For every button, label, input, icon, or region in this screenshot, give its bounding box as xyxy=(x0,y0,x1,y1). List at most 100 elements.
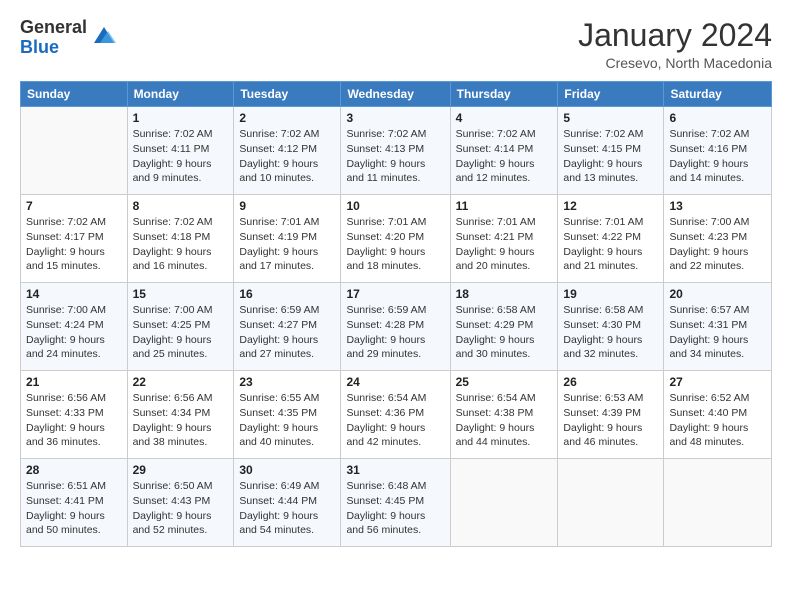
day-info: Sunrise: 6:48 AMSunset: 4:45 PMDaylight:… xyxy=(346,479,444,538)
calendar-cell: 30 Sunrise: 6:49 AMSunset: 4:44 PMDayligh… xyxy=(234,459,341,547)
calendar-cell: 14Sunrise: 7:00 AMSunset: 4:24 PMDayligh… xyxy=(21,283,128,371)
calendar-cell: 24 Sunrise: 6:54 AMSunset: 4:36 PMDayligh… xyxy=(341,371,450,459)
day-number: 28 xyxy=(26,463,122,477)
col-friday: Friday xyxy=(558,82,664,107)
calendar-cell: 11 Sunrise: 7:01 AMSunset: 4:21 PMDayligh… xyxy=(450,195,558,283)
day-info: Sunrise: 7:02 AMSunset: 4:11 PMDaylight:… xyxy=(133,127,229,186)
day-info: Sunrise: 6:54 AMSunset: 4:38 PMDaylight:… xyxy=(456,391,553,450)
day-number: 13 xyxy=(669,199,766,213)
calendar-week-3: 21 Sunrise: 6:56 AMSunset: 4:33 PMDayligh… xyxy=(21,371,772,459)
day-info: Sunrise: 6:51 AMSunset: 4:41 PMDaylight:… xyxy=(26,479,122,538)
calendar-cell: 13 Sunrise: 7:00 AMSunset: 4:23 PMDayligh… xyxy=(664,195,772,283)
day-number: 3 xyxy=(346,111,444,125)
col-wednesday: Wednesday xyxy=(341,82,450,107)
calendar-cell: 12 Sunrise: 7:01 AMSunset: 4:22 PMDayligh… xyxy=(558,195,664,283)
col-monday: Monday xyxy=(127,82,234,107)
day-info: Sunrise: 6:56 AMSunset: 4:34 PMDaylight:… xyxy=(133,391,229,450)
calendar: Sunday Monday Tuesday Wednesday Thursday… xyxy=(20,81,772,547)
day-number: 18 xyxy=(456,287,553,301)
day-info: Sunrise: 7:01 AMSunset: 4:21 PMDaylight:… xyxy=(456,215,553,274)
calendar-cell: 16 Sunrise: 6:59 AMSunset: 4:27 PMDayligh… xyxy=(234,283,341,371)
calendar-cell: 29 Sunrise: 6:50 AMSunset: 4:43 PMDayligh… xyxy=(127,459,234,547)
day-info: Sunrise: 7:02 AMSunset: 4:18 PMDaylight:… xyxy=(133,215,229,274)
calendar-cell: 15 Sunrise: 7:00 AMSunset: 4:25 PMDayligh… xyxy=(127,283,234,371)
calendar-cell: 17Sunrise: 6:59 AMSunset: 4:28 PMDayligh… xyxy=(341,283,450,371)
title-block: January 2024 Cresevo, North Macedonia xyxy=(578,18,772,71)
day-info: Sunrise: 7:01 AMSunset: 4:19 PMDaylight:… xyxy=(239,215,335,274)
calendar-cell: 26Sunrise: 6:53 AMSunset: 4:39 PMDayligh… xyxy=(558,371,664,459)
calendar-cell: 27 Sunrise: 6:52 AMSunset: 4:40 PMDayligh… xyxy=(664,371,772,459)
calendar-cell xyxy=(558,459,664,547)
day-number: 29 xyxy=(133,463,229,477)
calendar-cell: 7Sunrise: 7:02 AMSunset: 4:17 PMDaylight… xyxy=(21,195,128,283)
day-number: 24 xyxy=(346,375,444,389)
day-info: Sunrise: 7:02 AMSunset: 4:16 PMDaylight:… xyxy=(669,127,766,186)
day-number: 15 xyxy=(133,287,229,301)
day-number: 27 xyxy=(669,375,766,389)
col-tuesday: Tuesday xyxy=(234,82,341,107)
day-info: Sunrise: 7:00 AMSunset: 4:24 PMDaylight:… xyxy=(26,303,122,362)
day-info: Sunrise: 6:59 AMSunset: 4:27 PMDaylight:… xyxy=(239,303,335,362)
calendar-cell: 4Sunrise: 7:02 AMSunset: 4:14 PMDaylight… xyxy=(450,107,558,195)
day-info: Sunrise: 6:52 AMSunset: 4:40 PMDaylight:… xyxy=(669,391,766,450)
logo-general: General xyxy=(20,18,87,38)
day-info: Sunrise: 7:01 AMSunset: 4:22 PMDaylight:… xyxy=(563,215,658,274)
day-number: 2 xyxy=(239,111,335,125)
day-number: 17 xyxy=(346,287,444,301)
day-info: Sunrise: 6:49 AMSunset: 4:44 PMDaylight:… xyxy=(239,479,335,538)
day-number: 10 xyxy=(346,199,444,213)
day-info: Sunrise: 6:50 AMSunset: 4:43 PMDaylight:… xyxy=(133,479,229,538)
calendar-cell: 2 Sunrise: 7:02 AMSunset: 4:12 PMDaylight… xyxy=(234,107,341,195)
day-number: 1 xyxy=(133,111,229,125)
day-number: 21 xyxy=(26,375,122,389)
day-info: Sunrise: 7:02 AMSunset: 4:14 PMDaylight:… xyxy=(456,127,553,186)
day-number: 30 xyxy=(239,463,335,477)
day-number: 5 xyxy=(563,111,658,125)
col-sunday: Sunday xyxy=(21,82,128,107)
day-info: Sunrise: 6:55 AMSunset: 4:35 PMDaylight:… xyxy=(239,391,335,450)
calendar-cell: 23 Sunrise: 6:55 AMSunset: 4:35 PMDayligh… xyxy=(234,371,341,459)
day-number: 31 xyxy=(346,463,444,477)
day-number: 12 xyxy=(563,199,658,213)
day-info: Sunrise: 6:58 AMSunset: 4:29 PMDaylight:… xyxy=(456,303,553,362)
day-number: 20 xyxy=(669,287,766,301)
page: General Blue January 2024 Cresevo, North… xyxy=(0,0,792,612)
calendar-cell: 31 Sunrise: 6:48 AMSunset: 4:45 PMDayligh… xyxy=(341,459,450,547)
calendar-cell: 25 Sunrise: 6:54 AMSunset: 4:38 PMDayligh… xyxy=(450,371,558,459)
calendar-week-1: 7Sunrise: 7:02 AMSunset: 4:17 PMDaylight… xyxy=(21,195,772,283)
calendar-cell xyxy=(21,107,128,195)
day-info: Sunrise: 7:00 AMSunset: 4:23 PMDaylight:… xyxy=(669,215,766,274)
calendar-cell: 18 Sunrise: 6:58 AMSunset: 4:29 PMDayligh… xyxy=(450,283,558,371)
header-row: Sunday Monday Tuesday Wednesday Thursday… xyxy=(21,82,772,107)
calendar-cell: 6 Sunrise: 7:02 AMSunset: 4:16 PMDaylight… xyxy=(664,107,772,195)
logo-text: General Blue xyxy=(20,18,87,58)
calendar-cell: 5Sunrise: 7:02 AMSunset: 4:15 PMDaylight… xyxy=(558,107,664,195)
calendar-cell: 20Sunrise: 6:57 AMSunset: 4:31 PMDayligh… xyxy=(664,283,772,371)
day-number: 22 xyxy=(133,375,229,389)
day-number: 9 xyxy=(239,199,335,213)
calendar-week-4: 28 Sunrise: 6:51 AMSunset: 4:41 PMDayligh… xyxy=(21,459,772,547)
day-number: 16 xyxy=(239,287,335,301)
calendar-cell: 3Sunrise: 7:02 AMSunset: 4:13 PMDaylight… xyxy=(341,107,450,195)
calendar-cell: 8Sunrise: 7:02 AMSunset: 4:18 PMDaylight… xyxy=(127,195,234,283)
calendar-body: 1 Sunrise: 7:02 AMSunset: 4:11 PMDaylight… xyxy=(21,107,772,547)
calendar-cell: 22 Sunrise: 6:56 AMSunset: 4:34 PMDayligh… xyxy=(127,371,234,459)
day-info: Sunrise: 7:02 AMSunset: 4:12 PMDaylight:… xyxy=(239,127,335,186)
day-info: Sunrise: 6:58 AMSunset: 4:30 PMDaylight:… xyxy=(563,303,658,362)
calendar-week-2: 14Sunrise: 7:00 AMSunset: 4:24 PMDayligh… xyxy=(21,283,772,371)
col-thursday: Thursday xyxy=(450,82,558,107)
day-number: 11 xyxy=(456,199,553,213)
day-number: 19 xyxy=(563,287,658,301)
day-info: Sunrise: 6:56 AMSunset: 4:33 PMDaylight:… xyxy=(26,391,122,450)
logo-icon xyxy=(90,21,118,49)
day-info: Sunrise: 6:54 AMSunset: 4:36 PMDaylight:… xyxy=(346,391,444,450)
col-saturday: Saturday xyxy=(664,82,772,107)
day-number: 23 xyxy=(239,375,335,389)
calendar-cell xyxy=(664,459,772,547)
month-title: January 2024 xyxy=(578,18,772,53)
day-info: Sunrise: 7:00 AMSunset: 4:25 PMDaylight:… xyxy=(133,303,229,362)
day-number: 6 xyxy=(669,111,766,125)
logo: General Blue xyxy=(20,18,118,58)
calendar-cell: 21 Sunrise: 6:56 AMSunset: 4:33 PMDayligh… xyxy=(21,371,128,459)
day-number: 25 xyxy=(456,375,553,389)
